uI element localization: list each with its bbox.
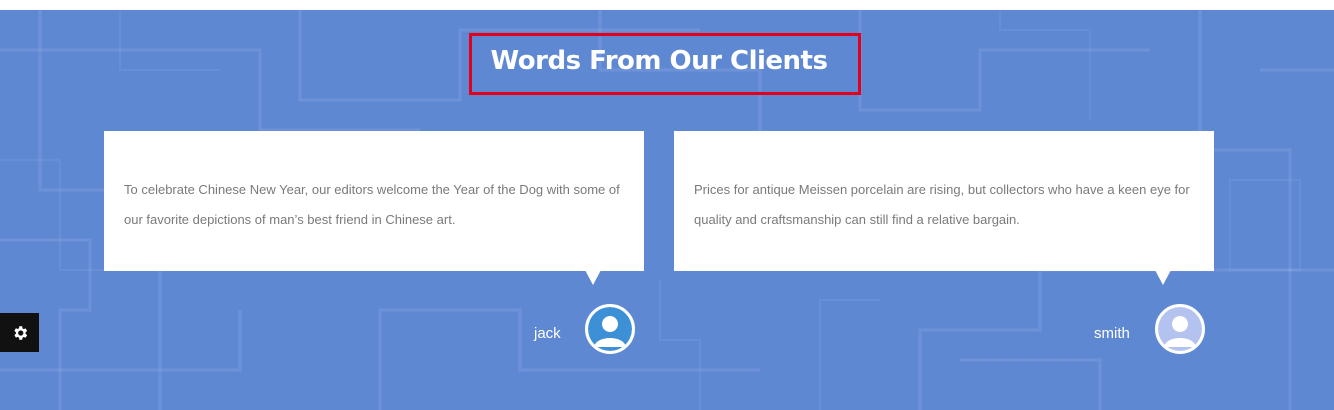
- settings-button[interactable]: [0, 313, 39, 352]
- user-avatar-icon: [1155, 304, 1205, 354]
- testimonials-section: Words From Our Clients To celebrate Chin…: [0, 10, 1334, 410]
- testimonial-card: To celebrate Chinese New Year, our edito…: [104, 131, 644, 271]
- gear-icon: [13, 325, 27, 340]
- testimonial-text: To celebrate Chinese New Year, our edito…: [124, 182, 620, 227]
- client-name: smith: [1094, 325, 1130, 342]
- testimonial-text: Prices for antique Meissen porcelain are…: [694, 182, 1190, 227]
- user-avatar-icon: [585, 304, 635, 354]
- section-title: Words From Our Clients: [490, 46, 828, 76]
- speech-pointer: [585, 270, 601, 285]
- testimonial-card: Prices for antique Meissen porcelain are…: [674, 131, 1214, 271]
- client-name: jack: [534, 325, 561, 342]
- speech-pointer: [1155, 270, 1171, 285]
